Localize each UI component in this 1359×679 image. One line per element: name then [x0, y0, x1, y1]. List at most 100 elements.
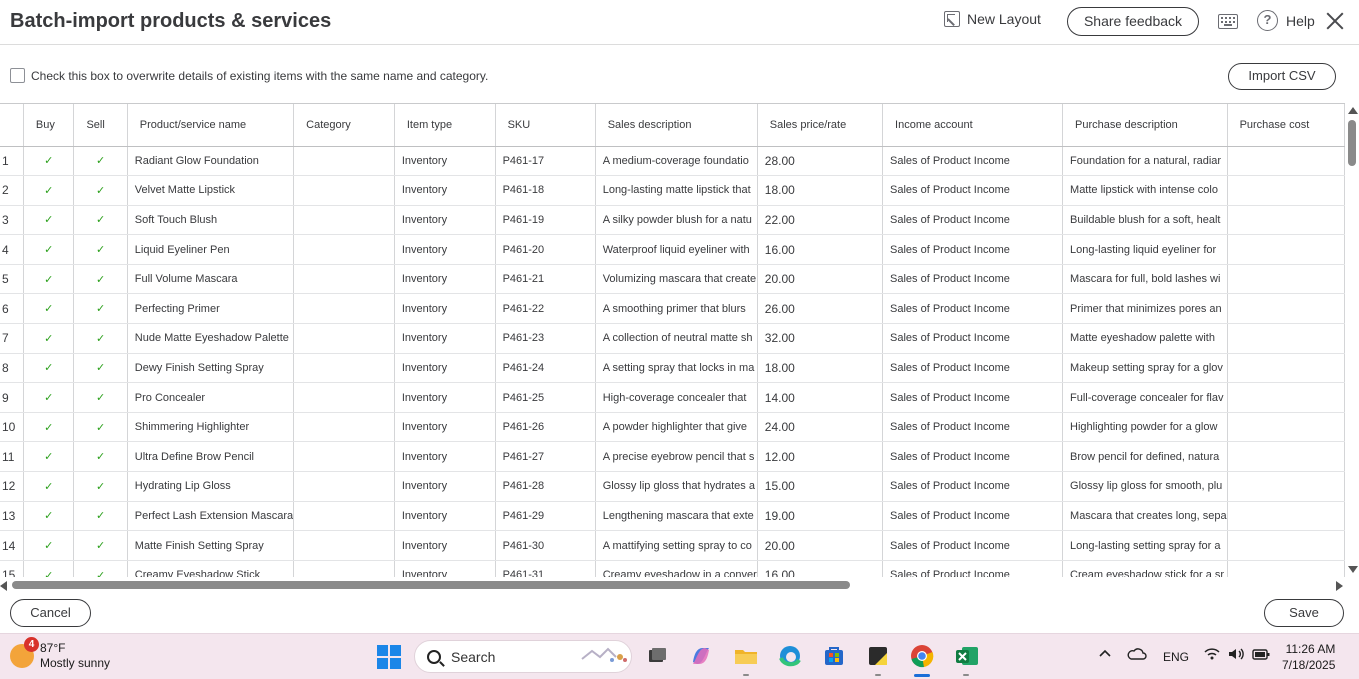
sku-cell[interactable]: P461-29: [495, 501, 596, 532]
purchase-description-cell[interactable]: Primer that minimizes pores an: [1062, 293, 1228, 325]
item-type-cell[interactable]: Inventory: [394, 382, 496, 413]
sales-price-cell[interactable]: 24.00: [757, 412, 884, 443]
buy-check-icon[interactable]: ✓: [23, 441, 75, 473]
sales-description-cell[interactable]: High-coverage concealer that: [595, 382, 758, 413]
buy-check-icon[interactable]: ✓: [23, 205, 75, 236]
close-icon[interactable]: [1324, 10, 1346, 32]
sales-description-cell[interactable]: Creamy eyeshadow in a conver: [595, 560, 758, 577]
category-cell[interactable]: [293, 175, 395, 206]
keyboard-shortcuts-icon[interactable]: [1218, 14, 1238, 29]
sku-cell[interactable]: P461-30: [495, 530, 596, 561]
buy-check-icon[interactable]: ✓: [23, 146, 75, 177]
purchase-description-cell[interactable]: Long-lasting liquid eyeliner for: [1062, 234, 1228, 265]
sales-price-cell[interactable]: 18.00: [757, 353, 884, 384]
purchase-cost-cell[interactable]: [1227, 234, 1345, 265]
product-name-cell[interactable]: Dewy Finish Setting Spray: [127, 353, 295, 384]
sales-description-cell[interactable]: Waterproof liquid eyeliner with: [595, 234, 758, 265]
sales-description-cell[interactable]: A precise eyebrow pencil that s: [595, 441, 758, 473]
item-type-cell[interactable]: Inventory: [394, 560, 496, 577]
system-clock[interactable]: 11:26 AM 7/18/2025: [1282, 641, 1335, 673]
product-name-cell[interactable]: Hydrating Lip Gloss: [127, 471, 295, 502]
copilot-icon[interactable]: [689, 644, 713, 668]
column-header[interactable]: Category: [293, 104, 395, 147]
income-account-cell[interactable]: Sales of Product Income: [882, 353, 1064, 384]
sell-check-icon[interactable]: ✓: [73, 323, 128, 354]
product-name-cell[interactable]: Liquid Eyeliner Pen: [127, 234, 295, 265]
purchase-description-cell[interactable]: Full-coverage concealer for flav: [1062, 382, 1228, 413]
battery-icon[interactable]: [1251, 647, 1271, 664]
sales-price-cell[interactable]: 16.00: [757, 234, 884, 265]
product-name-cell[interactable]: Velvet Matte Lipstick: [127, 175, 295, 206]
purchase-cost-cell[interactable]: [1227, 441, 1345, 473]
sku-cell[interactable]: P461-25: [495, 382, 596, 413]
sales-description-cell[interactable]: Long-lasting matte lipstick that: [595, 175, 758, 206]
purchase-cost-cell[interactable]: [1227, 205, 1345, 236]
income-account-cell[interactable]: Sales of Product Income: [882, 530, 1064, 561]
item-type-cell[interactable]: Inventory: [394, 146, 496, 177]
buy-check-icon[interactable]: ✓: [23, 471, 75, 502]
sell-check-icon[interactable]: ✓: [73, 353, 128, 384]
sales-description-cell[interactable]: A silky powder blush for a natu: [595, 205, 758, 236]
purchase-cost-cell[interactable]: [1227, 560, 1345, 577]
purchase-description-cell[interactable]: Glossy lip gloss for smooth, plu: [1062, 471, 1228, 502]
sell-check-icon[interactable]: ✓: [73, 530, 128, 561]
category-cell[interactable]: [293, 146, 395, 177]
category-cell[interactable]: [293, 530, 395, 561]
show-hidden-icons-icon[interactable]: [1098, 647, 1112, 664]
microsoft-store-icon[interactable]: [822, 644, 846, 668]
purchase-description-cell[interactable]: Brow pencil for defined, natura: [1062, 441, 1228, 473]
sku-cell[interactable]: P461-18: [495, 175, 596, 206]
column-header[interactable]: SKU: [495, 104, 596, 147]
edge-icon[interactable]: [778, 644, 802, 668]
purchase-description-cell[interactable]: Mascara that creates long, sepa: [1062, 501, 1228, 532]
category-cell[interactable]: [293, 264, 395, 295]
income-account-cell[interactable]: Sales of Product Income: [882, 146, 1064, 177]
product-name-cell[interactable]: Ultra Define Brow Pencil: [127, 441, 295, 473]
buy-check-icon[interactable]: ✓: [23, 293, 75, 325]
sticky-notes-icon[interactable]: [866, 644, 890, 668]
sell-check-icon[interactable]: ✓: [73, 441, 128, 473]
sell-check-icon[interactable]: ✓: [73, 293, 128, 325]
buy-check-icon[interactable]: ✓: [23, 323, 75, 354]
income-account-cell[interactable]: Sales of Product Income: [882, 293, 1064, 325]
buy-check-icon[interactable]: ✓: [23, 264, 75, 295]
product-name-cell[interactable]: Full Volume Mascara: [127, 264, 295, 295]
sku-cell[interactable]: P461-26: [495, 412, 596, 443]
purchase-cost-cell[interactable]: [1227, 323, 1345, 354]
purchase-cost-cell[interactable]: [1227, 175, 1345, 206]
purchase-description-cell[interactable]: Matte eyeshadow palette with: [1062, 323, 1228, 354]
overwrite-checkbox[interactable]: [10, 68, 25, 83]
income-account-cell[interactable]: Sales of Product Income: [882, 323, 1064, 354]
product-name-cell[interactable]: Perfect Lash Extension Mascara: [127, 501, 295, 532]
product-name-cell[interactable]: Nude Matte Eyeshadow Palette: [127, 323, 295, 354]
product-name-cell[interactable]: Perfecting Primer: [127, 293, 295, 325]
sell-check-icon[interactable]: ✓: [73, 205, 128, 236]
purchase-cost-cell[interactable]: [1227, 146, 1345, 177]
sales-price-cell[interactable]: 22.00: [757, 205, 884, 236]
item-type-cell[interactable]: Inventory: [394, 264, 496, 295]
sales-price-cell[interactable]: 18.00: [757, 175, 884, 206]
purchase-description-cell[interactable]: Mascara for full, bold lashes wi: [1062, 264, 1228, 295]
excel-icon[interactable]: [954, 644, 978, 668]
sku-cell[interactable]: P461-17: [495, 146, 596, 177]
sku-cell[interactable]: P461-27: [495, 441, 596, 473]
column-header[interactable]: Item type: [394, 104, 496, 147]
sales-price-cell[interactable]: 16.00: [757, 560, 884, 577]
start-menu-icon[interactable]: [377, 645, 401, 669]
purchase-description-cell[interactable]: Matte lipstick with intense colo: [1062, 175, 1228, 206]
category-cell[interactable]: [293, 412, 395, 443]
sales-price-cell[interactable]: 20.00: [757, 530, 884, 561]
category-cell[interactable]: [293, 471, 395, 502]
category-cell[interactable]: [293, 234, 395, 265]
income-account-cell[interactable]: Sales of Product Income: [882, 234, 1064, 265]
income-account-cell[interactable]: Sales of Product Income: [882, 382, 1064, 413]
category-cell[interactable]: [293, 205, 395, 236]
income-account-cell[interactable]: Sales of Product Income: [882, 175, 1064, 206]
product-name-cell[interactable]: Soft Touch Blush: [127, 205, 295, 236]
sku-cell[interactable]: P461-20: [495, 234, 596, 265]
purchase-cost-cell[interactable]: [1227, 353, 1345, 384]
sku-cell[interactable]: P461-31: [495, 560, 596, 577]
column-header[interactable]: Sales description: [595, 104, 758, 147]
sales-price-cell[interactable]: 14.00: [757, 382, 884, 413]
sales-description-cell[interactable]: A powder highlighter that give: [595, 412, 758, 443]
